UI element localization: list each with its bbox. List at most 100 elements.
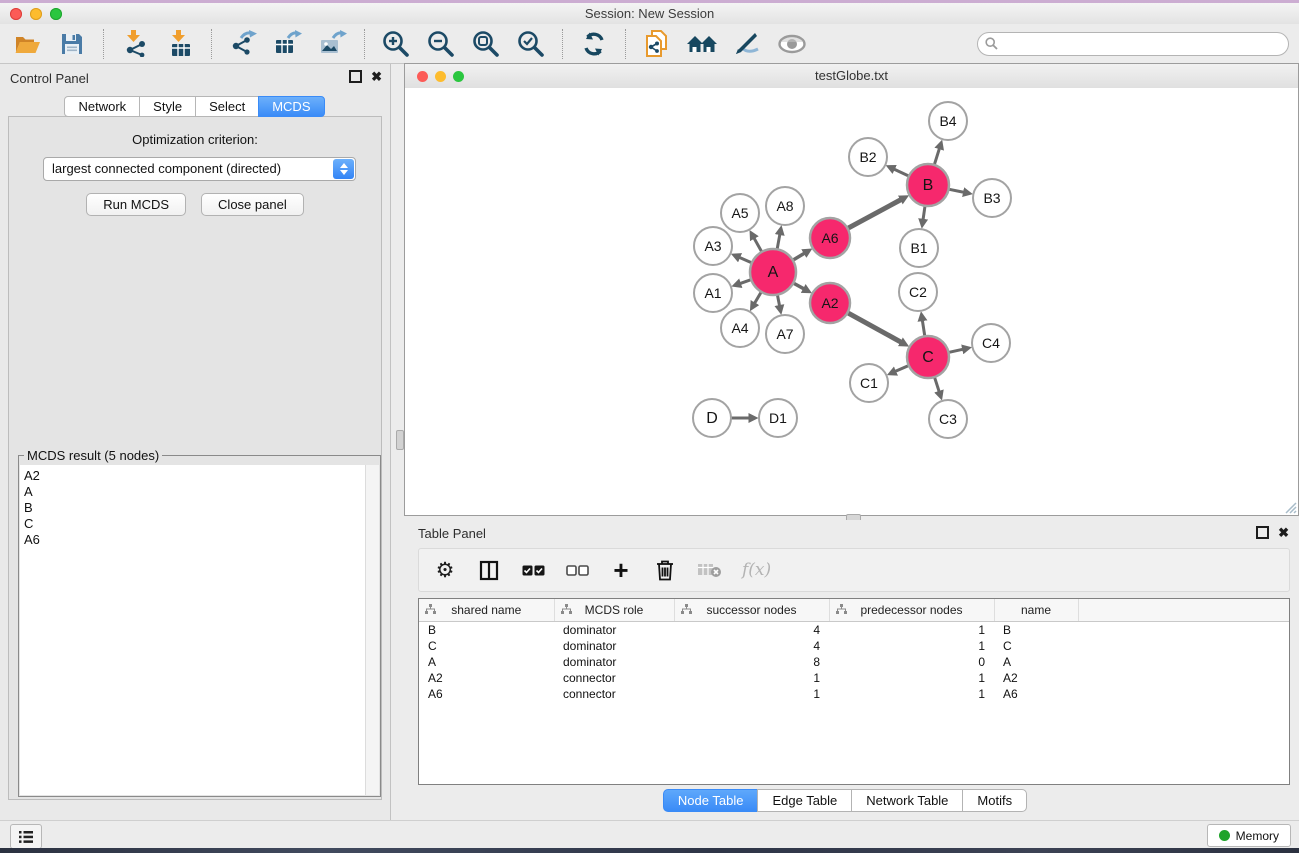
criterion-select[interactable]: largest connected component (directed) [43, 157, 356, 181]
network-minimize-button[interactable] [435, 71, 446, 82]
graph-edge-B-B3[interactable] [949, 189, 964, 192]
network-maximize-button[interactable] [453, 71, 464, 82]
table-cell: A6 [419, 686, 554, 702]
add-column-icon[interactable]: + [609, 555, 633, 585]
resize-grip-icon[interactable] [1283, 500, 1297, 514]
graph-node-label-A1: A1 [704, 285, 721, 301]
zoom-fit-button[interactable] [469, 28, 503, 60]
network-graph[interactable]: AA1A2A3A4A5A6A7A8BB1B2B3B4CC1C2C3C4DD1 [405, 88, 1298, 515]
zoom-in-button[interactable] [379, 28, 413, 60]
export-image-button[interactable] [316, 28, 350, 60]
delete-column-button[interactable] [653, 555, 677, 585]
graph-edge-C-C4[interactable] [948, 349, 962, 352]
zoom-out-button[interactable] [424, 28, 458, 60]
close-panel-icon[interactable]: ✖ [371, 70, 382, 83]
table-cell: dominator [554, 654, 674, 670]
graph-edge-A-A8[interactable] [777, 235, 780, 250]
graph-edge-A-A2[interactable] [793, 283, 803, 289]
tab-mcds[interactable]: MCDS [258, 96, 324, 117]
table-row[interactable]: A6connector11A6 [419, 686, 1289, 702]
column-header-mcds-role[interactable]: MCDS role [554, 599, 674, 622]
maximize-window-button[interactable] [50, 8, 62, 20]
graph-node-label-C3: C3 [939, 411, 957, 427]
home-button[interactable] [685, 28, 719, 60]
graph-edge-A2-C[interactable] [848, 313, 901, 342]
import-table-button[interactable] [163, 28, 197, 60]
close-window-button[interactable] [10, 8, 22, 20]
graph-edge-A-A3[interactable] [740, 258, 752, 263]
graph-edge-A-A1[interactable] [740, 280, 751, 284]
delete-table-button[interactable] [697, 555, 722, 585]
save-floppy-icon [61, 33, 83, 55]
select-stepper-icon [333, 159, 354, 179]
graph-edge-C-C1[interactable] [896, 365, 909, 371]
graph-edge-C-C2[interactable] [922, 321, 924, 337]
graph-edge-A6-B[interactable] [848, 200, 901, 229]
tab-network-table[interactable]: Network Table [851, 789, 963, 812]
graph-edge-B-B4[interactable] [934, 149, 939, 165]
run-mcds-button[interactable]: Run MCDS [86, 193, 186, 216]
export-network-button[interactable] [226, 28, 260, 60]
mcds-result-item[interactable]: A2 [24, 468, 366, 484]
graph-edge-B-B2[interactable] [894, 169, 909, 176]
function-builder-icon[interactable]: f(x) [742, 555, 771, 585]
hide-graphics-details-button[interactable] [730, 28, 764, 60]
clone-network-button[interactable] [640, 28, 674, 60]
table-row[interactable]: Cdominator41C [419, 638, 1289, 654]
task-history-button[interactable] [10, 824, 42, 849]
tab-network[interactable]: Network [64, 96, 140, 117]
memory-button[interactable]: Memory [1207, 824, 1291, 847]
result-list-scrollbar[interactable] [365, 465, 379, 795]
column-header-name[interactable]: name [994, 599, 1078, 622]
search-input[interactable] [1002, 36, 1281, 52]
tab-motifs[interactable]: Motifs [962, 789, 1027, 812]
mcds-result-item[interactable]: A [24, 484, 366, 500]
zoom-selected-button[interactable] [514, 28, 548, 60]
float-panel-icon[interactable] [349, 70, 362, 83]
refresh-layout-button[interactable] [577, 28, 611, 60]
graph-edge-A-A5[interactable] [754, 238, 762, 252]
tab-style[interactable]: Style [139, 96, 196, 117]
close-panel-button[interactable]: Close panel [201, 193, 304, 216]
mcds-result-item[interactable]: A6 [24, 532, 366, 548]
save-session-button[interactable] [55, 28, 89, 60]
network-close-button[interactable] [417, 71, 428, 82]
mcds-result-item[interactable]: B [24, 500, 366, 516]
table-cell: dominator [554, 622, 674, 639]
import-table-icon [167, 30, 194, 57]
import-network-button[interactable] [118, 28, 152, 60]
mcds-result-list[interactable]: A2ABCA6 [20, 465, 366, 795]
table-row[interactable]: A2connector11A2 [419, 670, 1289, 686]
column-header-successor-nodes[interactable]: successor nodes [674, 599, 829, 622]
column-header-shared-name[interactable]: shared name [419, 599, 554, 622]
vertical-split-divider-handle[interactable] [396, 430, 404, 450]
minimize-window-button[interactable] [30, 8, 42, 20]
column-visibility-button[interactable] [477, 555, 501, 585]
select-all-rows-button[interactable] [521, 555, 545, 585]
tab-select[interactable]: Select [195, 96, 259, 117]
birdseye-view-button[interactable] [775, 28, 809, 60]
deselect-all-rows-button[interactable] [565, 555, 589, 585]
table-row[interactable]: Bdominator41B [419, 622, 1289, 639]
network-canvas[interactable]: AA1A2A3A4A5A6A7A8BB1B2B3B4CC1C2C3C4DD1 [405, 88, 1298, 515]
mcds-result-item[interactable]: C [24, 516, 366, 532]
tab-edge-table[interactable]: Edge Table [757, 789, 852, 812]
graph-edge-A-A7[interactable] [777, 295, 779, 306]
graph-edge-B-B1[interactable] [923, 206, 925, 220]
table-row[interactable]: Adominator80A [419, 654, 1289, 670]
graph-edge-A-A6[interactable] [793, 253, 804, 260]
network-window-titlebar[interactable]: testGlobe.txt [405, 64, 1298, 89]
tab-node-table[interactable]: Node Table [663, 789, 759, 812]
table-options-gear-icon[interactable]: ⚙ [433, 555, 457, 585]
column-header-predecessor-nodes[interactable]: predecessor nodes [829, 599, 994, 622]
graph-edge-C-C3[interactable] [934, 377, 939, 391]
graph-node-label-A7: A7 [776, 326, 793, 342]
search-box[interactable] [977, 32, 1289, 56]
network-window-title: testGlobe.txt [405, 64, 1298, 88]
float-table-panel-icon[interactable] [1256, 526, 1269, 539]
close-table-panel-icon[interactable]: ✖ [1278, 526, 1289, 539]
open-file-button[interactable] [10, 28, 44, 60]
graph-edge-A-A4[interactable] [755, 292, 762, 303]
control-panel-title: Control Panel [10, 71, 89, 86]
export-table-button[interactable] [271, 28, 305, 60]
